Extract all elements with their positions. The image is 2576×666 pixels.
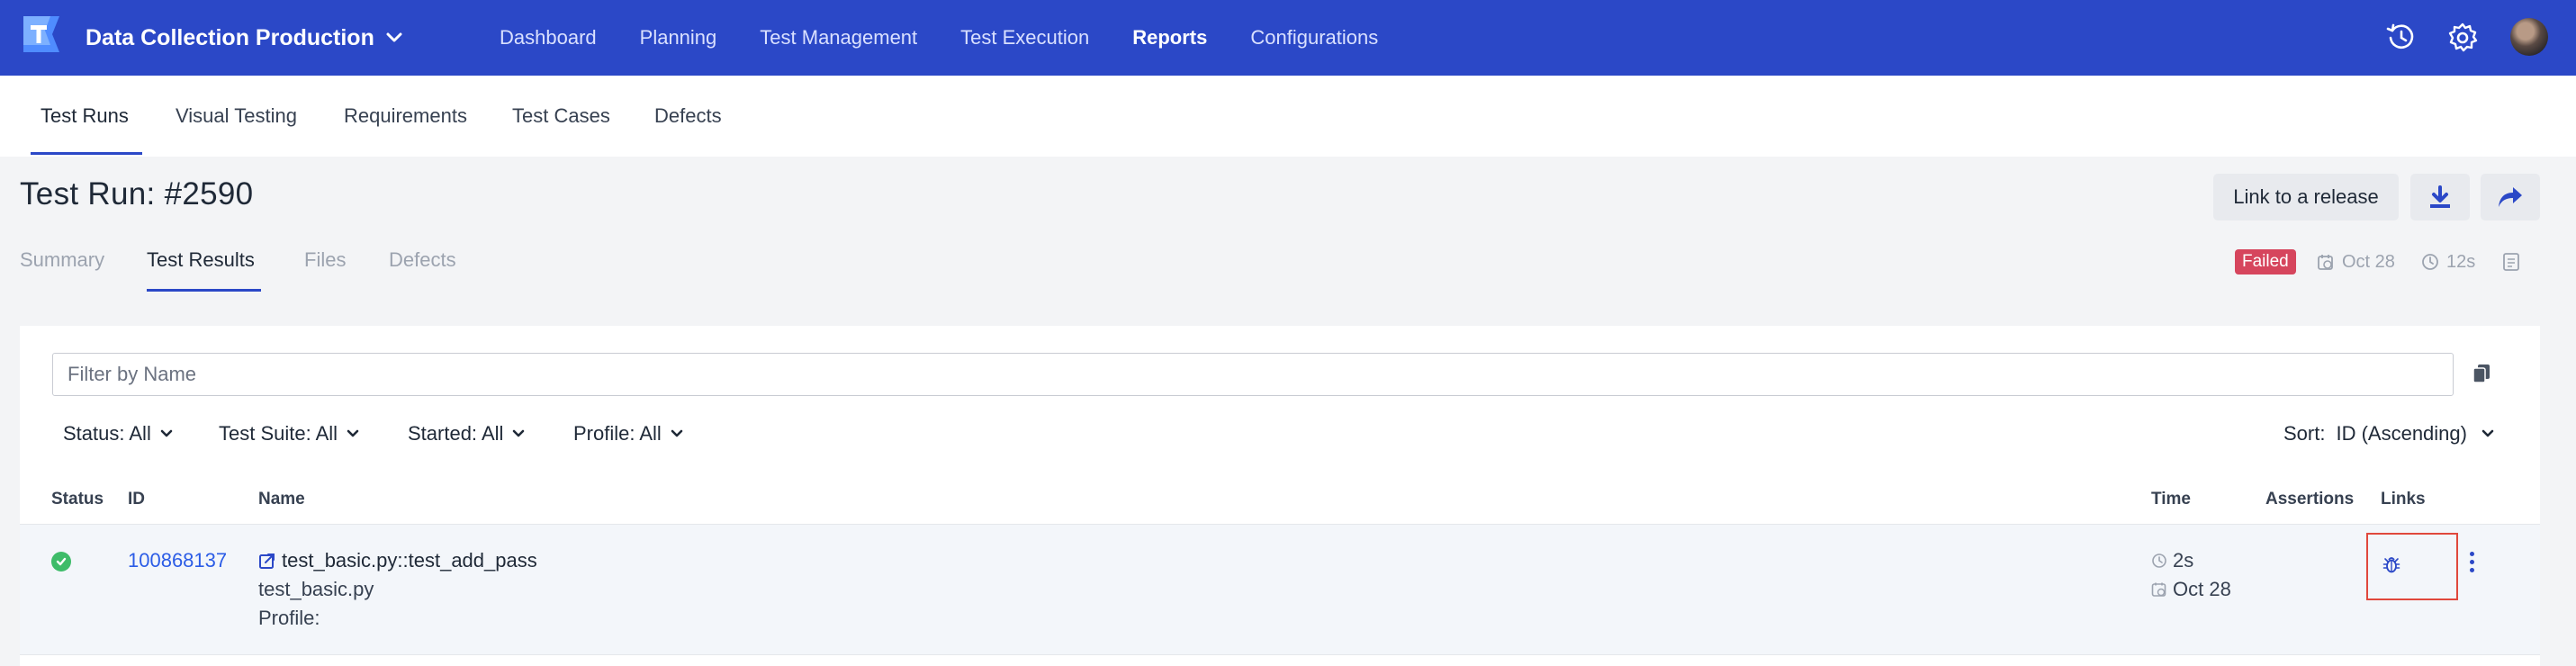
test-result-name-text[interactable]: test_basic.py::test_add_pass [282,549,537,572]
test-result-file: test_basic.py [258,578,374,600]
run-date: Oct 28 [2317,250,2395,274]
tab-summary[interactable]: Summary [20,248,104,272]
sort-dropdown[interactable]: Sort: ID (Ascending) [2283,419,2494,448]
test-result-name[interactable]: test_basic.py::test_add_pass [258,549,537,572]
nav-planning[interactable]: Planning [640,26,717,50]
main-nav: Dashboard Planning Test Management Test … [500,0,1421,76]
project-name[interactable]: Data Collection Production [86,0,374,76]
page-title: Test Run: #2590 [20,176,254,212]
clock-icon [2152,554,2166,568]
share-button[interactable] [2481,174,2540,220]
chevron-down-icon [513,429,525,437]
app-logo[interactable] [20,13,63,56]
sort-label: Sort: [2283,422,2326,445]
sub-navbar: Test Runs Visual Testing Requirements Te… [0,76,2576,157]
nav-dashboard[interactable]: Dashboard [500,26,597,50]
download-icon [2430,185,2450,208]
nav-configurations[interactable]: Configurations [1250,26,1378,50]
profile-filter-dropdown[interactable]: Profile: All [573,419,683,448]
row-more-options-icon[interactable] [2463,547,2481,576]
notes-icon[interactable] [2502,250,2527,274]
status-filter-label: Status: All [63,422,151,445]
external-link-icon[interactable] [258,552,276,570]
test-suite-filter-label: Test Suite: All [219,422,338,445]
sort-value: ID (Ascending) [2336,422,2467,445]
tab-test-results[interactable]: Test Results [147,248,255,272]
subnav-test-runs[interactable]: Test Runs [41,76,129,157]
chevron-down-icon [347,429,359,437]
calendar-icon [2318,255,2333,270]
test-result-date: Oct 28 [2151,578,2231,601]
chevron-down-icon [160,429,173,437]
filter-by-name-input[interactable] [52,353,2454,396]
status-badge: Failed [2235,249,2296,274]
test-result-date-text: Oct 28 [2173,578,2231,600]
gear-icon[interactable] [2443,18,2482,58]
column-header-links: Links [2381,490,2426,508]
copy-icon[interactable] [2468,360,2495,387]
nav-reports[interactable]: Reports [1132,26,1207,50]
column-header-id: ID [128,490,145,508]
link-to-release-button[interactable]: Link to a release [2213,174,2399,220]
tab-defects[interactable]: Defects [389,248,456,272]
run-date-text: Oct 28 [2342,251,2395,272]
subnav-active-indicator [31,152,142,155]
test-suite-filter-dropdown[interactable]: Test Suite: All [219,419,359,448]
calendar-icon [2151,582,2166,597]
clock-icon [2422,254,2438,270]
test-result-duration-text: 2s [2173,549,2194,572]
test-result-duration: 2s [2151,549,2193,572]
subnav-test-cases[interactable]: Test Cases [512,76,610,157]
user-avatar[interactable] [2510,18,2548,56]
column-header-time: Time [2151,490,2192,508]
bug-icon[interactable] [2382,554,2400,574]
column-header-status: Status [51,490,104,508]
run-duration-text: 12s [2446,251,2476,272]
links-cell [2366,533,2458,600]
test-result-profile: Profile: [258,607,320,629]
nav-test-execution[interactable]: Test Execution [960,26,1089,50]
column-header-name: Name [258,490,305,508]
subnav-visual-testing[interactable]: Visual Testing [176,76,297,157]
subnav-requirements[interactable]: Requirements [344,76,467,157]
started-filter-label: Started: All [408,422,504,445]
tab-active-indicator [147,289,261,292]
history-icon[interactable] [2382,18,2421,58]
share-icon [2499,187,2522,207]
run-duration: 12s [2421,250,2475,274]
download-button[interactable] [2410,174,2470,220]
subnav-defects[interactable]: Defects [654,76,722,157]
chevron-down-icon [671,429,683,437]
test-result-id-link[interactable]: 100868137 [128,549,227,572]
nav-test-management[interactable]: Test Management [760,26,917,50]
profile-filter-label: Profile: All [573,422,662,445]
tab-files[interactable]: Files [304,248,346,272]
top-navbar: Data Collection Production Dashboard Pla… [0,0,2576,76]
chevron-down-icon[interactable] [380,23,409,52]
chevron-down-icon [2481,429,2494,437]
column-header-assertions: Assertions [2265,490,2355,508]
passed-status-icon [51,552,71,572]
status-filter-dropdown[interactable]: Status: All [63,419,173,448]
started-filter-dropdown[interactable]: Started: All [408,419,525,448]
